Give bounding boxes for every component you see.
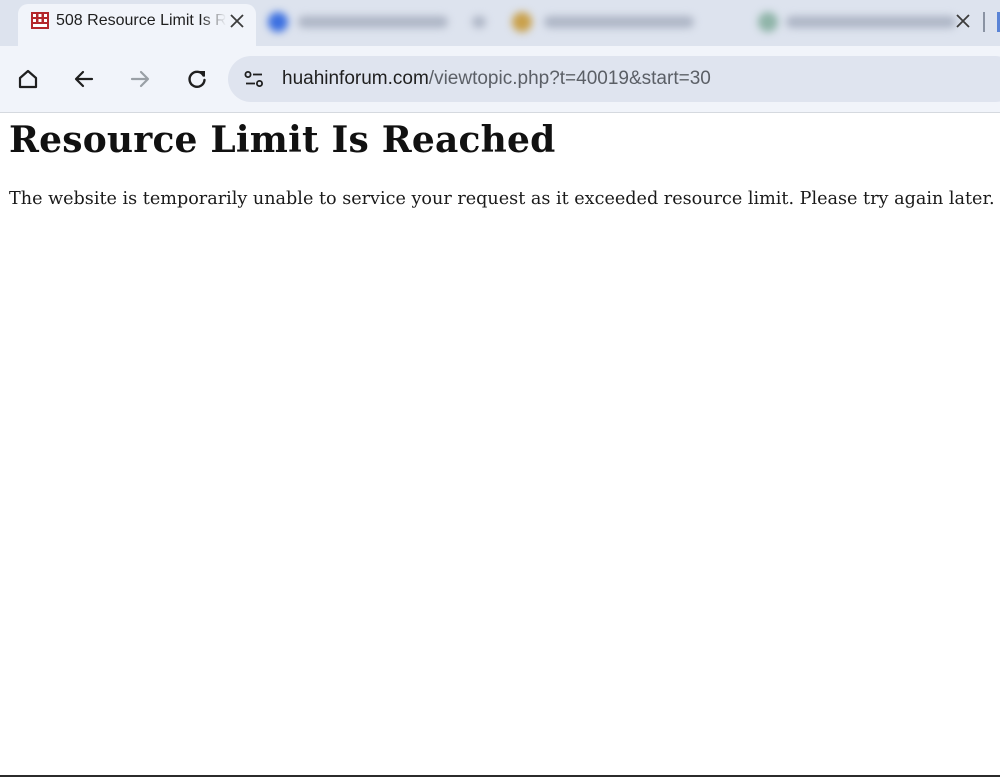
address-bar[interactable]: huahinforum.com/viewtopic.php?t=40019&st… <box>228 56 1000 102</box>
home-icon[interactable] <box>11 62 45 96</box>
close-tab-icon[interactable] <box>226 10 248 32</box>
page-title: Resource Limit Is Reached <box>9 119 556 161</box>
tab-title: 508 Resource Limit Is Reached <box>56 12 226 29</box>
url-text[interactable]: huahinforum.com/viewtopic.php?t=40019&st… <box>282 68 711 90</box>
reload-icon[interactable] <box>180 62 214 96</box>
url-domain: huahinforum.com <box>282 68 429 89</box>
arrow-right-icon[interactable] <box>123 62 157 96</box>
tab-strip: 508 Resource Limit Is Reached <box>0 0 1000 46</box>
browser-toolbar: huahinforum.com/viewtopic.php?t=40019&st… <box>0 46 1000 113</box>
error-message: The website is temporarily unable to ser… <box>9 189 995 209</box>
arrow-left-icon[interactable] <box>67 62 101 96</box>
background-tabs[interactable] <box>262 6 974 38</box>
grid-favicon-icon <box>31 12 49 29</box>
tab-separator <box>983 12 985 32</box>
tune-icon[interactable] <box>242 67 266 91</box>
browser-window: 508 Resource Limit Is Reached <box>0 0 1000 777</box>
url-path: /viewtopic.php?t=40019&start=30 <box>428 68 711 89</box>
close-tab-icon[interactable] <box>952 10 974 32</box>
tab-active[interactable]: 508 Resource Limit Is Reached <box>18 4 256 46</box>
page-content: Resource Limit Is Reached The website is… <box>0 113 1000 775</box>
